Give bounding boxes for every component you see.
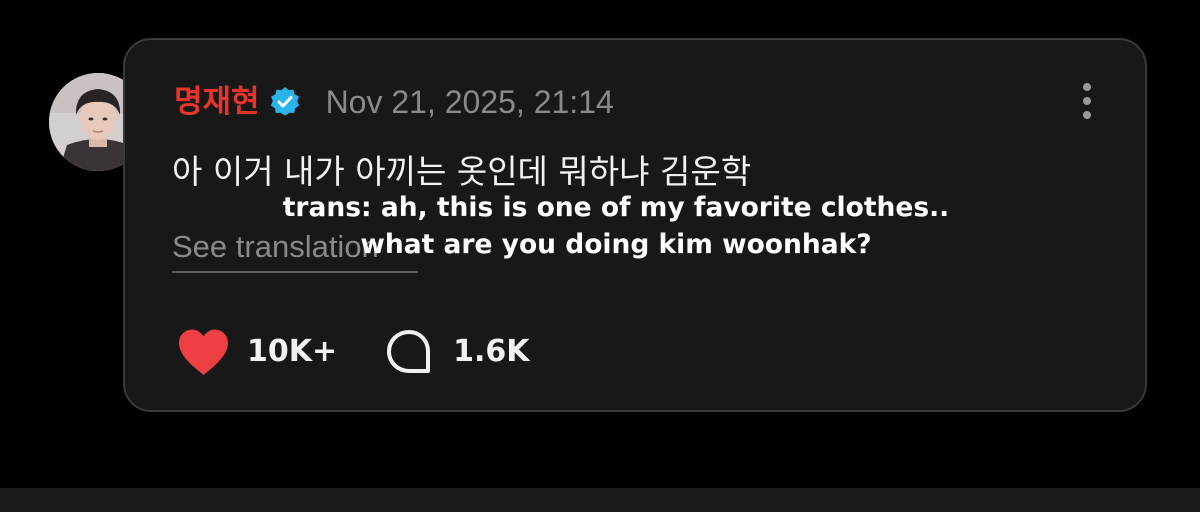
heart-icon (176, 327, 231, 377)
bottom-bar (0, 488, 1200, 512)
translation-overlay-line-2: what are you doing kim woonhak? (360, 229, 872, 260)
comment-button[interactable]: 1.6K (385, 328, 530, 376)
translation-overlay-line-1: trans: ah, this is one of my favorite cl… (282, 192, 950, 223)
author-name[interactable]: 명재현 (174, 80, 260, 124)
like-button[interactable]: 10K+ (176, 327, 337, 377)
like-count: 10K+ (247, 334, 338, 369)
post-header: 명재현 Nov 21, 2025, 21:14 (174, 80, 614, 124)
translation-overlay: trans: ah, this is one of my favorite cl… (238, 189, 994, 263)
more-vertical-icon[interactable] (1079, 82, 1095, 120)
post-timestamp: Nov 21, 2025, 21:14 (325, 84, 614, 120)
comment-icon (385, 328, 433, 376)
comment-count: 1.6K (453, 334, 530, 369)
post-actions: 10K+ 1.6K (176, 328, 530, 376)
verified-badge-icon (268, 85, 302, 119)
